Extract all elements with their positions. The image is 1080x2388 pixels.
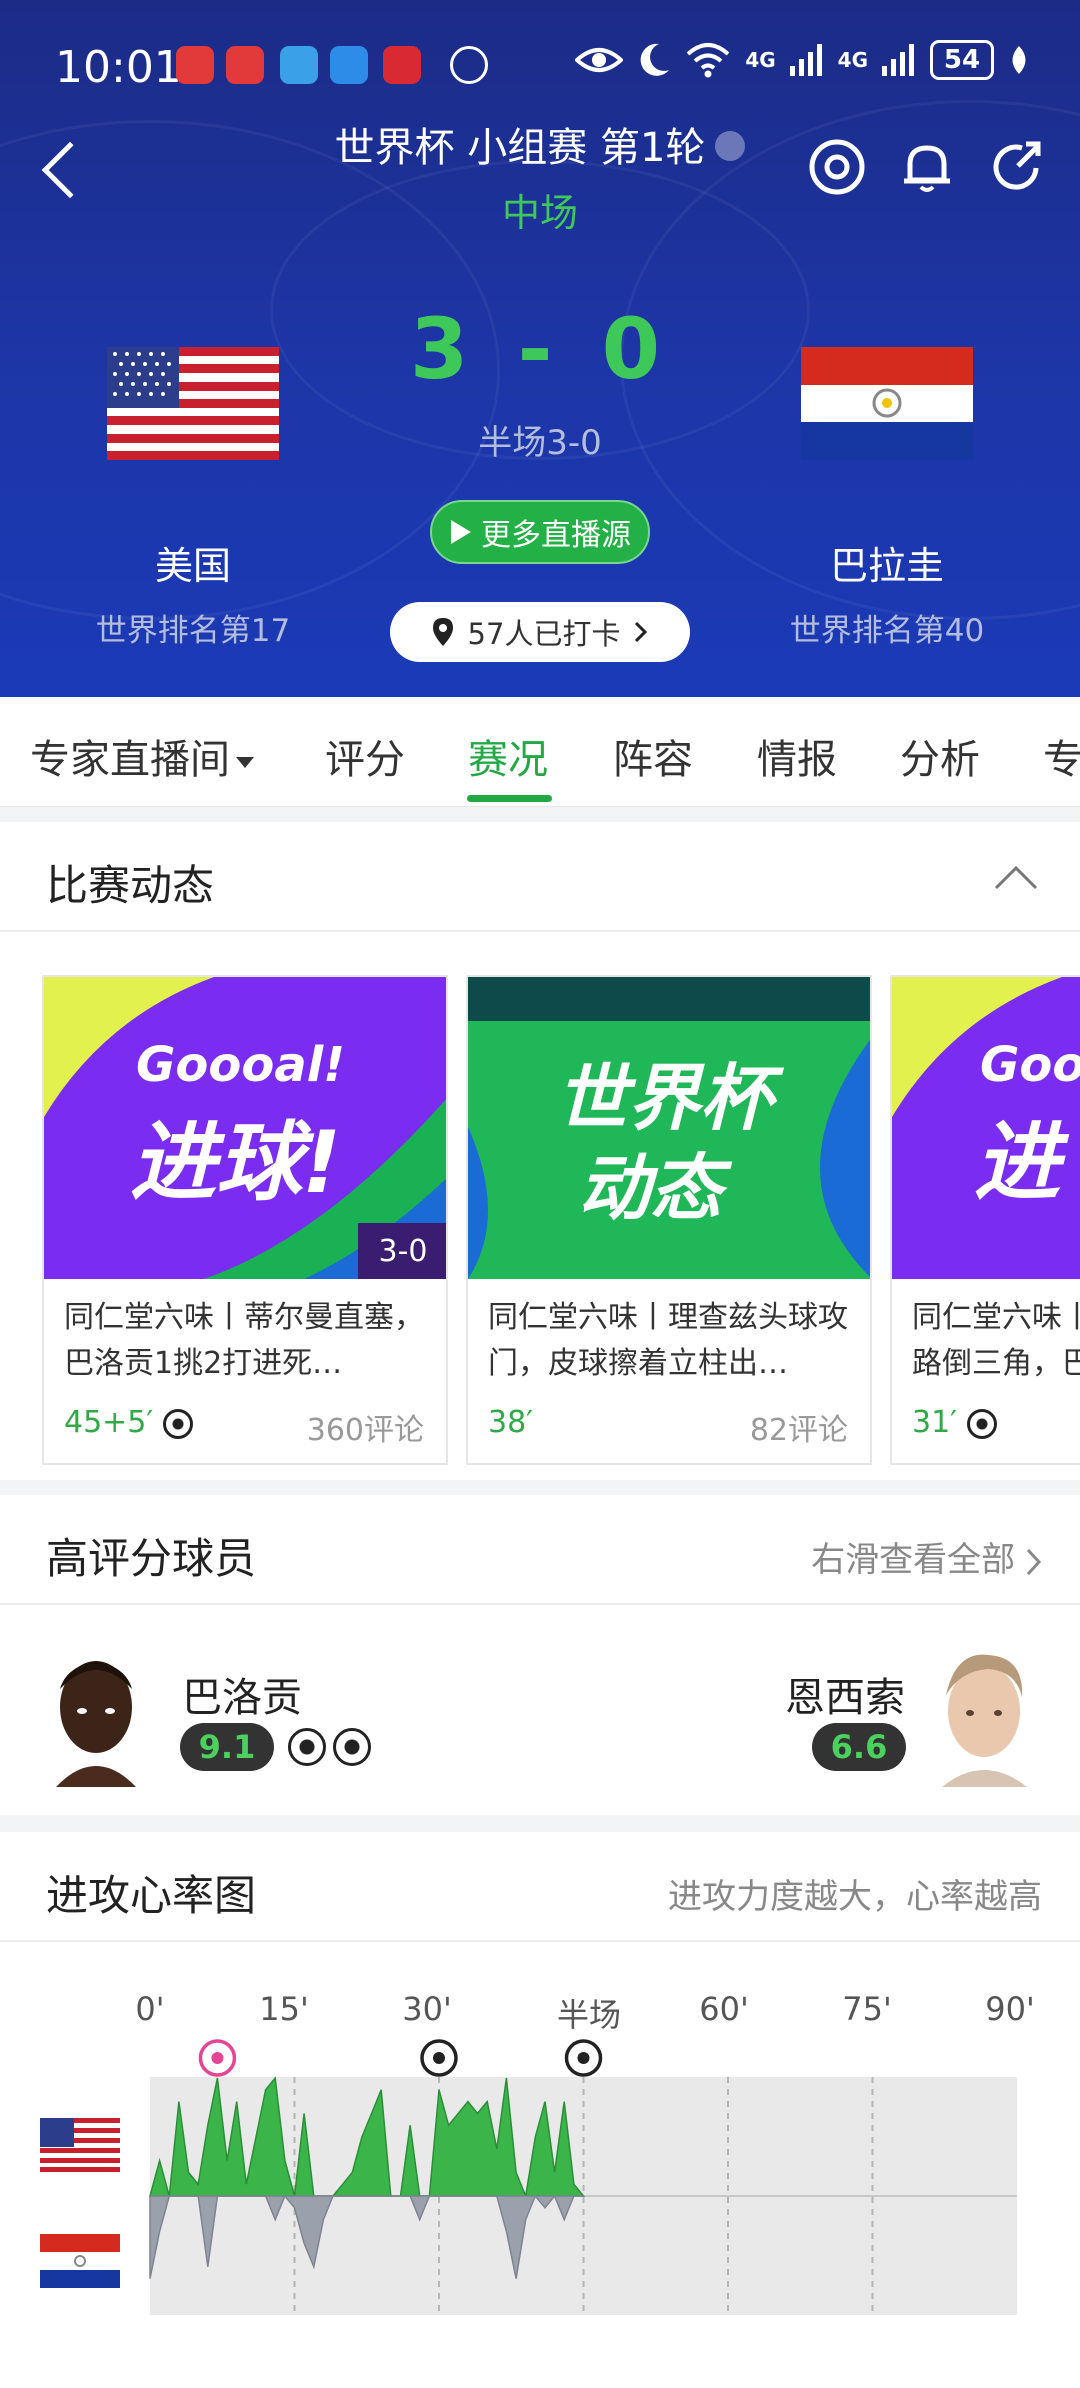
target-icon[interactable] — [808, 138, 866, 196]
huawei-app-icon — [176, 46, 214, 84]
view-all-label: 右滑查看全部 — [811, 1540, 1016, 1580]
away-player-name[interactable]: 恩西索 — [785, 1665, 905, 1723]
home-player-name[interactable]: 巴洛贡 — [182, 1665, 302, 1723]
eye-icon — [575, 48, 624, 72]
caret-down-icon — [236, 756, 254, 768]
player-avatar[interactable] — [46, 1645, 146, 1787]
signal-icon — [882, 44, 914, 76]
browser-app-icon — [280, 46, 318, 84]
leaf-icon — [1012, 46, 1026, 74]
news-card[interactable]: Goo 进 同仁堂六味丨路倒三角，巴 31′ — [890, 975, 1080, 1465]
chevron-right-icon — [715, 131, 746, 161]
home-team-name[interactable]: 美国 — [53, 535, 333, 590]
top-players-section: 高评分球员 右滑查看全部 — [0, 1495, 1080, 1815]
status-time: 10:01 — [55, 42, 182, 93]
football-icon — [333, 1728, 371, 1766]
card-art-text: Goo — [980, 1037, 1080, 1093]
news-card-description: 同仁堂六味丨路倒三角，巴 — [912, 1300, 1080, 1381]
checkin-label: 57人已打卡 — [467, 617, 621, 651]
play-icon — [451, 520, 471, 544]
event-minute: 38′ — [488, 1405, 533, 1440]
alert-app-icon — [450, 46, 488, 84]
football-icon — [162, 1408, 193, 1439]
competition-title-text: 世界杯 小组赛 第1轮 — [334, 125, 706, 171]
card-art-text: 进 — [974, 1113, 1060, 1213]
chevron-right-icon — [1026, 1548, 1042, 1575]
event-minute-text: 31′ — [912, 1405, 957, 1440]
card-art-text: Goooal! — [136, 1037, 346, 1093]
tab-analysis[interactable]: 分析 — [900, 727, 980, 785]
view-all-link[interactable]: 右滑查看全部 — [811, 1532, 1042, 1581]
tab-more[interactable]: 专 — [1043, 727, 1080, 785]
tab-bar: 专家直播间 评分 赛况 阵容 情报 分析 专 — [0, 697, 1080, 807]
active-tab-indicator — [467, 795, 552, 802]
wifi-icon — [686, 43, 730, 78]
battery-level: 54 — [943, 45, 981, 75]
comment-count: 360评论 — [306, 1413, 424, 1448]
more-streams-label: 更多直播源 — [481, 518, 631, 553]
attack-heart-rate-chart — [149, 2039, 1017, 2315]
battery-icon: 54 — [930, 40, 994, 80]
comment-count: 82评论 — [749, 1413, 848, 1448]
event-minute-text: 45+5′ — [64, 1405, 154, 1440]
shopping-app-icon — [383, 46, 421, 84]
signal-icon — [789, 44, 822, 76]
chart-subtitle: 进攻力度越大，心率越高 — [668, 1877, 1042, 1917]
score-badge: 3-0 — [358, 1223, 446, 1279]
huawei-app-icon — [226, 46, 264, 84]
signal-label: 4G — [745, 48, 776, 72]
tab-label: 专家直播间 — [30, 737, 230, 783]
player-avatar[interactable] — [932, 1645, 1037, 1787]
tab-rating[interactable]: 评分 — [325, 727, 405, 785]
match-header: 10:01 4G 4G 54 世界杯 小组赛 第1轮 中场 3 - 0 半场3-… — [0, 0, 1080, 697]
section-title: 比赛动态 — [46, 861, 215, 910]
news-card-image: 世界杯 动态 — [468, 977, 870, 1279]
news-card-image: Goooal! 进球! 3-0 — [44, 977, 446, 1279]
home-team-rank: 世界排名第17 — [95, 613, 291, 649]
chevron-up-icon[interactable] — [994, 864, 1038, 890]
home-player-rating: 9.1 — [180, 1723, 274, 1771]
match-score: 3 - 0 — [409, 300, 671, 398]
section-title: 进攻心率图 — [46, 1871, 257, 1920]
away-team-rank: 世界排名第40 — [789, 613, 985, 649]
card-art-text: 进球! — [130, 1113, 342, 1213]
goal-marker-football-icon — [564, 2039, 603, 2077]
news-card[interactable]: 世界杯 动态 同仁堂六味丨理查兹头球攻门，皮球擦着立柱出… 38′ 82评论 — [466, 975, 872, 1465]
signal-label: 4G — [837, 48, 868, 72]
bell-icon[interactable] — [898, 138, 956, 196]
match-dynamics-section: 比赛动态 Goooal! 进球! 3-0 同仁堂六味丨蒂尔曼直塞，巴洛贡1挑2打… — [0, 822, 1080, 1480]
message-app-icon — [330, 46, 368, 84]
location-pin-icon — [432, 618, 453, 646]
news-card-image: Goo 进 — [892, 977, 1080, 1279]
tab-intel[interactable]: 情报 — [757, 727, 837, 785]
checkin-button[interactable]: 57人已打卡 — [390, 602, 690, 662]
news-card-description: 同仁堂六味丨蒂尔曼直塞，巴洛贡1挑2打进死… — [64, 1300, 424, 1381]
status-bar: 10:01 4G 4G 54 — [0, 0, 1080, 130]
tab-expert-live[interactable]: 专家直播间 — [30, 727, 254, 785]
away-team-name[interactable]: 巴拉圭 — [747, 535, 1027, 590]
share-icon[interactable] — [988, 138, 1046, 196]
half-time-score: 半场3-0 — [478, 423, 602, 463]
more-streams-button[interactable]: 更多直播源 — [430, 500, 650, 564]
tab-lineup[interactable]: 阵容 — [613, 727, 693, 785]
moon-icon — [640, 43, 670, 76]
event-minute: 31′ — [912, 1405, 997, 1440]
event-minute: 45+5′ — [64, 1405, 193, 1440]
goal-marker-football-icon — [420, 2039, 458, 2077]
away-player-rating: 6.6 — [812, 1723, 906, 1771]
card-art-text: 动态 — [578, 1146, 723, 1230]
news-card[interactable]: Goooal! 进球! 3-0 同仁堂六味丨蒂尔曼直塞，巴洛贡1挑2打进死… 4… — [42, 975, 448, 1465]
section-title: 高评分球员 — [46, 1534, 257, 1583]
football-icon — [966, 1408, 997, 1439]
news-card-description: 同仁堂六味丨理查兹头球攻门，皮球擦着立柱出… — [488, 1300, 848, 1381]
goal-marker-football-icon — [198, 2039, 237, 2077]
tab-live-events[interactable]: 赛况 — [468, 727, 548, 785]
football-icon — [288, 1728, 326, 1766]
chevron-right-icon — [635, 621, 648, 643]
